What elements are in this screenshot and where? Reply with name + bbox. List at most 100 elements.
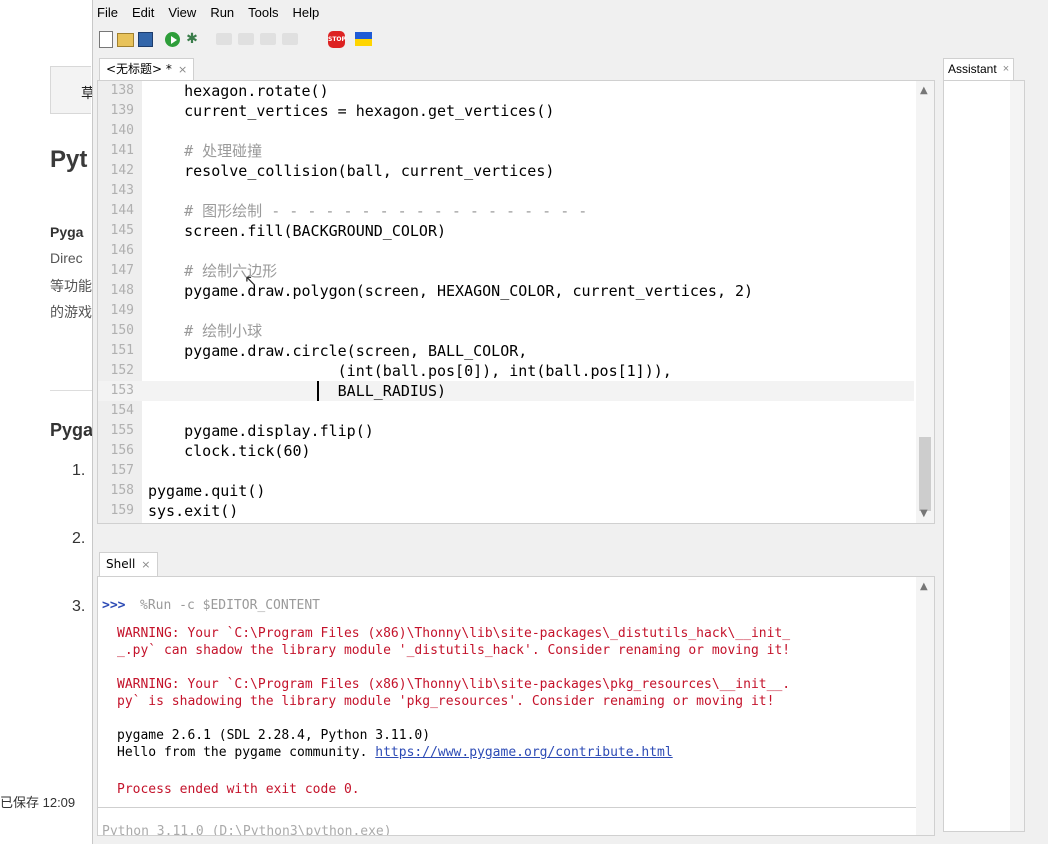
background-para-line: 等功能 [50, 278, 92, 294]
thonny-window: File Edit View Run Tools Help ✱ STOP <无标… [92, 0, 1048, 844]
code-line[interactable]: 151 pygame.draw.circle(screen, BALL_COLO… [98, 341, 914, 361]
code-comment: # 图形绘制 - - - - - - - - - - - - - - - - -… [148, 202, 588, 220]
code-text: current_vertices = hexagon.get_vertices(… [148, 102, 555, 120]
menu-help[interactable]: Help [293, 5, 320, 20]
code-text: pygame.draw.polygon(screen, HEXAGON_COLO… [148, 282, 754, 300]
assistant-scrollbar[interactable] [1010, 81, 1024, 831]
code-line[interactable]: 138 hexagon.rotate() [98, 81, 914, 101]
line-number: 148 [110, 283, 134, 298]
line-number: 142 [110, 163, 134, 178]
editor-tabbar: <无标题> * × [97, 58, 937, 80]
code-line[interactable]: 150 # 绘制小球 [98, 321, 914, 341]
editor-tab-title: <无标题> * [106, 62, 172, 76]
code-line[interactable]: 139 current_vertices = hexagon.get_verti… [98, 101, 914, 121]
code-line[interactable]: 140 [98, 121, 914, 141]
line-number: 149 [110, 303, 134, 318]
code-line[interactable]: 155 pygame.display.flip() [98, 421, 914, 441]
code-line[interactable]: 143 [98, 181, 914, 201]
shell-output-line: pygame 2.6.1 (SDL 2.28.4, Python 3.11.0) [117, 728, 431, 743]
shell-tab[interactable]: Shell × [99, 552, 158, 576]
code-line[interactable]: 147 # 绘制六边形 [98, 261, 914, 281]
menu-view[interactable]: View [168, 5, 196, 20]
code-line[interactable]: 159 sys.exit() [98, 501, 914, 521]
assistant-panel [943, 80, 1025, 832]
code-text: resolve_collision(ball, current_vertices… [148, 162, 555, 180]
line-number: 140 [110, 123, 134, 138]
step-over-icon [216, 33, 232, 45]
shell-command: %Run -c $EDITOR_CONTENT [140, 598, 321, 613]
line-number: 152 [110, 363, 134, 378]
code-text: sys.exit() [148, 502, 239, 520]
shell-tabbar: Shell × [97, 552, 937, 576]
run-icon[interactable] [165, 31, 180, 47]
close-icon[interactable]: × [1003, 59, 1009, 80]
open-file-icon[interactable] [117, 33, 134, 47]
code-line[interactable]: 158 pygame.quit() [98, 481, 914, 501]
code-line[interactable]: 154 [98, 401, 914, 421]
new-file-icon[interactable] [99, 30, 113, 48]
shell-process-ended: Process ended with exit code 0. [117, 782, 360, 797]
background-list-number: 3. [72, 598, 86, 615]
line-number: 151 [110, 343, 134, 358]
code-line[interactable]: 144 # 图形绘制 - - - - - - - - - - - - - - -… [98, 201, 914, 221]
code-text: hexagon.rotate() [148, 82, 329, 100]
code-line[interactable]: 157 [98, 461, 914, 481]
scroll-down-icon[interactable]: ▼ [920, 508, 928, 519]
code-line[interactable]: 142 resolve_collision(ball, current_vert… [98, 161, 914, 181]
menu-file[interactable]: File [97, 5, 118, 20]
code-line[interactable]: 148 pygame.draw.polygon(screen, HEXAGON_… [98, 281, 914, 301]
menu-edit[interactable]: Edit [132, 5, 154, 20]
line-number: 156 [110, 443, 134, 458]
editor-scrollbar-thumb[interactable] [919, 437, 931, 511]
line-number: 150 [110, 323, 134, 338]
editor-scrollbar[interactable]: ▲ ▼ [916, 81, 934, 523]
assistant-tab[interactable]: Assistant × [943, 58, 1015, 80]
code-text: BALL_RADIUS) [148, 382, 447, 400]
background-heading: Pyt [50, 146, 88, 173]
code-line[interactable]: 145 screen.fill(BACKGROUND_COLOR) [98, 221, 914, 241]
line-number: 147 [110, 263, 134, 278]
save-icon[interactable] [138, 31, 153, 47]
shell-panel[interactable]: >>> %Run -c $EDITOR_CONTENT WARNING: You… [97, 576, 935, 836]
code-line[interactable]: 156 clock.tick(60) [98, 441, 914, 461]
background-para-line: Pyga [50, 224, 84, 240]
background-saved-status: 已保存 12:09 [0, 795, 76, 810]
contribute-link[interactable]: https://www.pygame.org/contribute.html [375, 745, 672, 760]
shell-warning-line: WARNING: Your `C:\Program Files (x86)\Th… [117, 677, 791, 692]
shell-output-line: Hello from the pygame community. https:/… [117, 744, 673, 761]
scroll-up-icon[interactable]: ▲ [920, 581, 928, 592]
ukraine-flag-icon[interactable] [355, 32, 372, 46]
scroll-up-icon[interactable]: ▲ [920, 85, 928, 96]
interpreter-status: Python 3.11.0 (D:\Python3\python.exe) [102, 824, 392, 836]
code-text: (int(ball.pos[0]), int(ball.pos[1])), [148, 362, 672, 380]
shell-warning-line: py` is shadowing the library module 'pkg… [117, 694, 775, 709]
code-editor[interactable]: 138 hexagon.rotate() 139 current_vertices… [97, 80, 935, 524]
stop-icon[interactable]: STOP [328, 30, 346, 48]
assistant-tabbar: Assistant × [941, 58, 1043, 80]
text-cursor [317, 381, 319, 401]
mouse-pointer-icon: ↖ [244, 271, 258, 290]
code-line[interactable]: 141 # 处理碰撞 [98, 141, 914, 161]
shell-scrollbar[interactable]: ▲ [916, 577, 934, 835]
background-para-line: 的游戏 [50, 304, 92, 320]
background-divider [50, 390, 92, 391]
code-line[interactable]: 149 [98, 301, 914, 321]
close-icon[interactable]: × [141, 553, 150, 576]
line-number: 143 [110, 183, 134, 198]
menu-tools[interactable]: Tools [248, 5, 278, 20]
code-text: pygame.draw.circle(screen, BALL_COLOR, [148, 342, 528, 360]
menu-run[interactable]: Run [210, 5, 234, 20]
code-text: screen.fill(BACKGROUND_COLOR) [148, 222, 447, 240]
line-number: 154 [110, 403, 134, 418]
code-text: clock.tick(60) [148, 442, 311, 460]
close-icon[interactable]: × [178, 59, 187, 80]
line-number: 139 [110, 103, 134, 118]
toolbar: ✱ STOP [93, 24, 1048, 54]
background-side-button[interactable]: 草 [50, 66, 92, 114]
code-line[interactable]: 153 BALL_RADIUS) [98, 381, 914, 401]
code-text: pygame.display.flip() [148, 422, 374, 440]
code-line[interactable]: 152 (int(ball.pos[0]), int(ball.pos[1]))… [98, 361, 914, 381]
debug-icon[interactable]: ✱ [184, 32, 200, 46]
editor-tab[interactable]: <无标题> * × [99, 58, 195, 80]
code-line[interactable]: 146 [98, 241, 914, 261]
